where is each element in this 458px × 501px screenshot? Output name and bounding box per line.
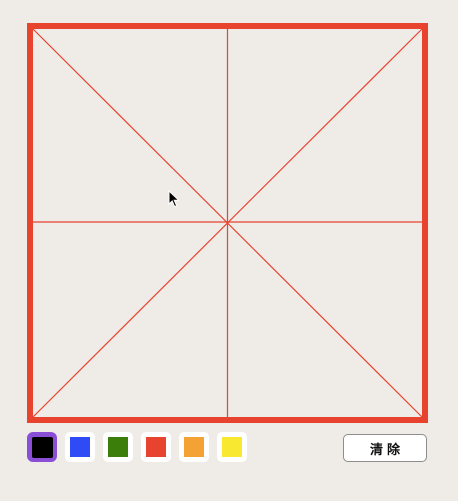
color-palette [27,432,247,464]
blue-color-chip [70,437,90,457]
drawing-canvas[interactable] [27,23,428,423]
mouse-pointer-icon [168,190,180,208]
calligraphy-practice-app: 清除 [0,0,458,501]
clear-button[interactable]: 清除 [343,434,427,462]
yellow-color-chip [222,437,242,457]
color-swatch-blue[interactable] [65,432,95,462]
color-swatch-yellow[interactable] [217,432,247,462]
color-swatch-green[interactable] [103,432,133,462]
color-swatch-black[interactable] [27,432,57,462]
color-swatch-red[interactable] [141,432,171,462]
mizige-grid [27,23,428,423]
green-color-chip [108,437,128,457]
red-color-chip [146,437,166,457]
color-swatch-orange[interactable] [179,432,209,462]
orange-color-chip [184,437,204,457]
black-color-chip [31,436,53,458]
